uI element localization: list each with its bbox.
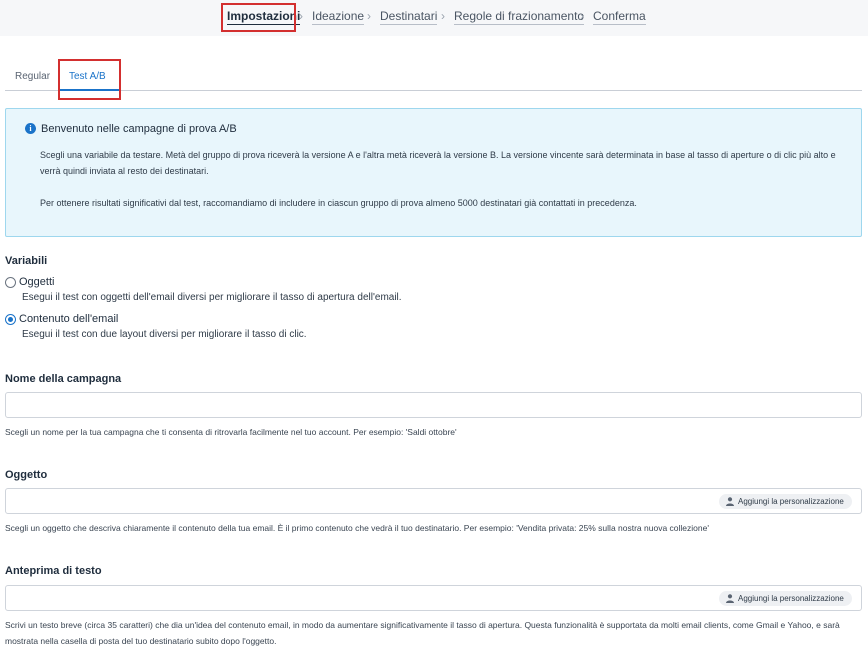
info-icon: i bbox=[25, 123, 36, 134]
info-title: Benvenuto nelle campagne di prova A/B bbox=[41, 123, 237, 135]
preview-text-help: Scrivi un testo breve (circa 35 caratter… bbox=[5, 620, 840, 646]
user-icon bbox=[726, 594, 734, 603]
subject-label: Oggetto bbox=[5, 469, 48, 481]
preview-text-label: Anteprima di testo bbox=[5, 565, 102, 577]
radio-description: Esegui il test con due layout diversi pe… bbox=[22, 329, 307, 340]
step-destinatari[interactable]: Destinatari bbox=[380, 9, 438, 25]
add-personalization-label: Aggiungi la personalizzazione bbox=[738, 497, 844, 506]
radio-description: Esegui il test con oggetti dell'email di… bbox=[22, 292, 402, 303]
radio-label-contenuto-email[interactable]: Contenuto dell'email bbox=[19, 313, 118, 326]
radio-label-oggetti[interactable]: Oggetti bbox=[19, 276, 54, 289]
add-personalization-label: Aggiungi la personalizzazione bbox=[738, 594, 844, 603]
chevron-right-icon: › bbox=[367, 9, 371, 23]
subject-add-personalization-button[interactable]: Aggiungi la personalizzazione bbox=[719, 494, 852, 509]
step-regole-di-frazionamento[interactable]: Regole di frazionamento bbox=[454, 9, 585, 25]
stepper-bar: Impostazioni › Ideazione › Destinatari ›… bbox=[0, 0, 868, 36]
tab-divider bbox=[5, 90, 862, 91]
preview-add-personalization-button[interactable]: Aggiungi la personalizzazione bbox=[719, 591, 852, 606]
user-icon bbox=[726, 497, 734, 506]
chevron-right-icon: › bbox=[580, 9, 584, 23]
radio-oggetti[interactable] bbox=[5, 277, 16, 288]
info-box: i Benvenuto nelle campagne di prova A/B … bbox=[5, 108, 862, 237]
highlight-box-tab bbox=[58, 59, 121, 100]
radio-contenuto-email[interactable] bbox=[5, 314, 16, 325]
chevron-right-icon: › bbox=[299, 9, 303, 23]
step-conferma[interactable]: Conferma bbox=[593, 9, 646, 25]
info-paragraph: Scegli una variabile da testare. Metà de… bbox=[40, 150, 836, 176]
info-paragraph: Per ottenere risultati significativi dal… bbox=[40, 198, 637, 208]
step-ideazione[interactable]: Ideazione bbox=[312, 9, 365, 25]
campaign-name-label: Nome della campagna bbox=[5, 373, 122, 385]
highlight-box-step bbox=[221, 3, 296, 32]
variables-title: Variabili bbox=[5, 255, 48, 267]
subject-help: Scegli un oggetto che descriva chiaramen… bbox=[5, 523, 709, 533]
tab-regular[interactable]: Regular bbox=[15, 71, 50, 83]
chevron-right-icon: › bbox=[441, 9, 445, 23]
campaign-name-input[interactable] bbox=[5, 392, 862, 418]
campaign-name-help: Scegli un nome per la tua campagna che t… bbox=[5, 427, 457, 437]
